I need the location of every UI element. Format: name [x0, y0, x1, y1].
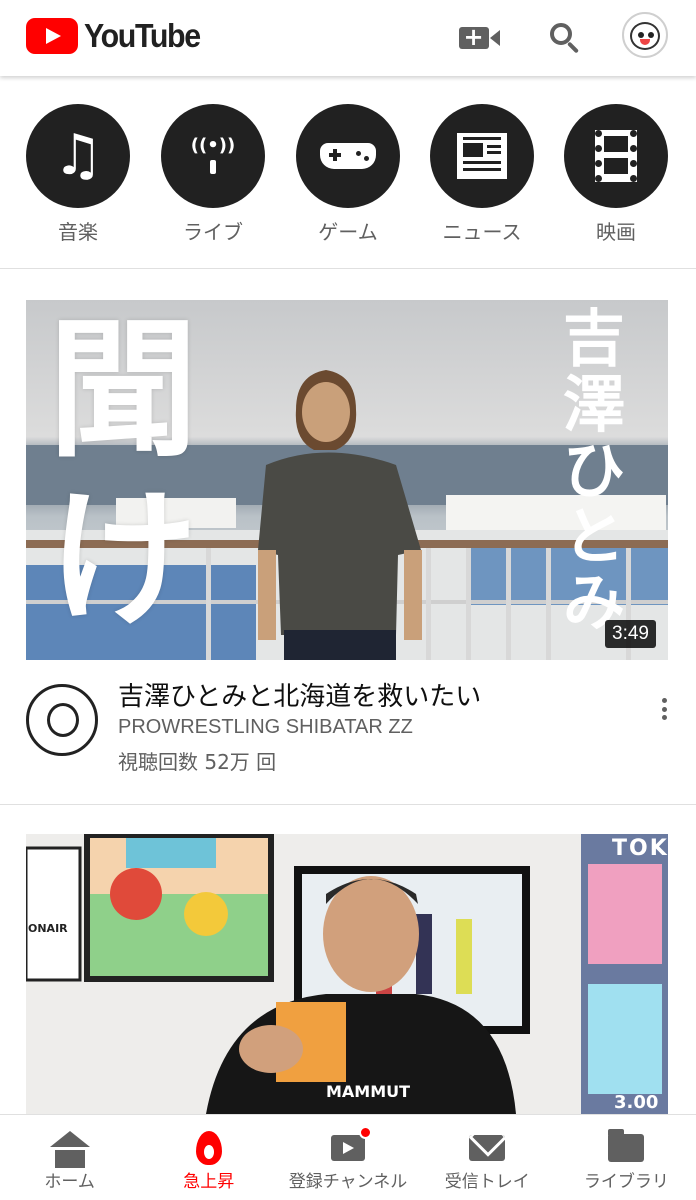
view-count: 視聴回数 52万 回 [118, 750, 277, 774]
category-live[interactable]: ((•)) ライブ [153, 104, 273, 245]
category-label: ニュース [442, 220, 522, 244]
top-app-bar: YouTube [0, 0, 696, 76]
film-icon [595, 130, 637, 182]
notification-dot [359, 1126, 372, 1139]
search-button[interactable] [540, 14, 588, 62]
thumbnail-caption-right: 吉 澤 ひ と み [562, 302, 625, 639]
gamepad-icon [320, 143, 376, 169]
category-shortcuts: ♫ 音楽 ((•)) ライブ ゲーム ニュース 映画 [0, 104, 696, 254]
live-broadcast-icon: ((•)) [191, 135, 235, 174]
category-gaming[interactable]: ゲーム [288, 104, 408, 245]
thumbnail-text-number: 3.00 [614, 1092, 659, 1113]
more-options-icon[interactable] [652, 694, 676, 724]
category-label: ゲーム [318, 220, 378, 244]
section-divider [0, 268, 696, 269]
nav-label: 登録チャンネル [288, 1172, 408, 1192]
nav-label: ライブラリ [583, 1172, 669, 1192]
bottom-navigation: ホーム 急上昇 登録チャンネル 受信トレイ ライブラリ [0, 1114, 696, 1200]
category-news[interactable]: ニュース [422, 104, 542, 245]
channel-avatar[interactable] [26, 684, 98, 756]
nav-label: 急上昇 [183, 1172, 235, 1192]
home-icon [0, 1129, 139, 1168]
nav-trending[interactable]: 急上昇 [139, 1115, 278, 1200]
newspaper-icon [457, 133, 507, 179]
account-avatar[interactable] [622, 12, 668, 58]
thumbnail-caption-left: 聞 け [48, 304, 199, 648]
thumbnail-text-tok: TOK [612, 836, 668, 861]
search-icon [550, 23, 572, 45]
video-title[interactable]: 吉澤ひとみと北海道を救いたい [118, 676, 638, 713]
inbox-mail-icon [469, 1135, 506, 1161]
video-metadata[interactable]: 吉澤ひとみと北海道を救いたい PROWRESTLING SHIBATAR ZZ … [0, 672, 696, 782]
upload-video-button[interactable] [455, 14, 503, 62]
nav-label: 受信トレイ [444, 1172, 530, 1192]
category-label: 映画 [596, 220, 636, 244]
nav-label: ホーム [44, 1172, 95, 1192]
category-movies[interactable]: 映画 [556, 104, 676, 245]
section-divider [0, 804, 696, 805]
subscriptions-icon [331, 1126, 372, 1161]
category-label: 音楽 [58, 220, 98, 244]
category-music[interactable]: ♫ 音楽 [18, 104, 138, 245]
youtube-logo[interactable]: YouTube [26, 16, 210, 56]
thumbnail-text-mammut: MAMMUT [326, 1082, 411, 1101]
video-duration-badge: 3:49 [605, 620, 656, 648]
trending-fire-icon [195, 1131, 222, 1165]
thumbnail-image [26, 834, 668, 1114]
music-note-icon: ♫ [52, 123, 104, 188]
youtube-play-icon [26, 18, 78, 54]
nav-home[interactable]: ホーム [0, 1115, 139, 1200]
video-thumbnail[interactable]: ONAIR MAMMUT TOK 3.00 [26, 834, 668, 1114]
logo-text: YouTube [84, 17, 201, 54]
library-folder-icon [608, 1129, 645, 1162]
video-thumbnail[interactable]: 聞 け 吉 澤 ひ と み 3:49 [26, 300, 668, 660]
nav-inbox[interactable]: 受信トレイ [418, 1115, 557, 1200]
category-label: ライブ [183, 220, 243, 244]
video-camera-add-icon [458, 23, 489, 51]
nav-library[interactable]: ライブラリ [557, 1115, 696, 1200]
thumbnail-text-onair: ONAIR [28, 922, 68, 935]
channel-name: PROWRESTLING SHIBATAR ZZ [118, 716, 413, 738]
nav-subscriptions[interactable]: 登録チャンネル [278, 1115, 417, 1200]
